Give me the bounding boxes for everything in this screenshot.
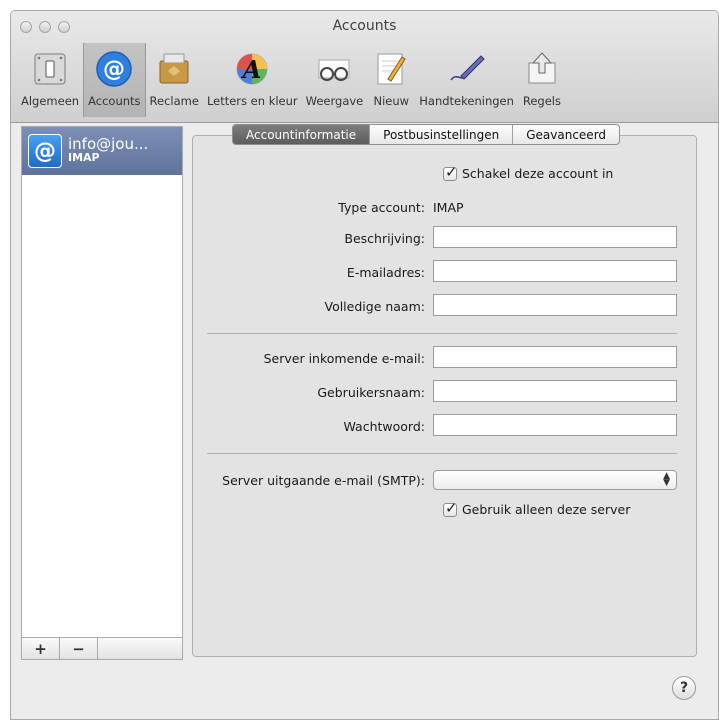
toolbar-label: Nieuw [373, 94, 410, 108]
email-label: E-mailadres: [346, 265, 425, 280]
updown-arrows-icon: ▲ ▼ [663, 471, 670, 488]
toolbar-label: Regels [522, 94, 561, 108]
pen-icon [447, 49, 487, 89]
account-row[interactable]: @ info@jou... IMAP [22, 127, 182, 175]
glasses-icon [314, 49, 354, 89]
rules-icon [522, 49, 562, 89]
toolbar-label: Reclame [149, 94, 199, 108]
toolbar-label: Weergave [305, 94, 364, 108]
incoming-server-label: Server inkomende e-mail: [263, 351, 425, 366]
type-account-label: Type account: [338, 200, 425, 215]
toolbar-item-weergave[interactable]: Weergave [302, 43, 368, 117]
enable-account-checkbox[interactable]: ✓ Schakel deze account in [443, 163, 614, 181]
incoming-server-field[interactable] [433, 346, 677, 368]
add-account-button[interactable]: + [22, 638, 60, 659]
description-field[interactable] [433, 226, 677, 248]
checkbox-box[interactable]: ✓ [443, 499, 458, 517]
description-label: Beschrijving: [344, 231, 425, 246]
checkmark-icon: ✓ [445, 162, 458, 181]
password-label: Wachtwoord: [343, 419, 425, 434]
settings-tabs: Accountinformatie Postbusinstellingen Ge… [232, 124, 621, 145]
compose-icon [371, 49, 411, 89]
svg-text:A: A [241, 55, 262, 84]
toolbar-label: Handtekeningen [419, 94, 514, 108]
email-field[interactable] [433, 260, 677, 282]
enable-account-label: Schakel deze account in [462, 166, 614, 181]
remove-account-button[interactable]: − [60, 638, 98, 659]
username-field[interactable] [433, 380, 677, 402]
divider [207, 453, 677, 454]
svg-text:@: @ [103, 57, 125, 82]
toolbar-item-reclame[interactable]: Reclame [146, 43, 203, 117]
font-color-icon: A [232, 49, 272, 89]
toolbar-item-regels[interactable]: Regels [518, 43, 566, 117]
tab-accountinformatie[interactable]: Accountinformatie [233, 125, 371, 144]
account-list-controls: + − [22, 637, 182, 659]
at-icon: @ [28, 134, 62, 168]
toolbar-item-letters-en-kleur[interactable]: A Letters en kleur [203, 43, 302, 117]
fullname-label: Volledige naam: [324, 299, 425, 314]
help-button[interactable]: ? [672, 676, 696, 700]
toolbar-label: Accounts [88, 94, 141, 108]
fullname-field[interactable] [433, 294, 677, 316]
switch-icon [30, 49, 70, 89]
tab-geavanceerd[interactable]: Geavanceerd [513, 125, 619, 144]
type-account-value: IMAP [433, 200, 464, 215]
account-type: IMAP [68, 151, 100, 164]
smtp-server-select[interactable]: ▲ ▼ [433, 470, 677, 490]
only-this-server-label: Gebruik alleen deze server [462, 502, 631, 517]
checkbox-box[interactable]: ✓ [443, 163, 458, 181]
password-field[interactable] [433, 414, 677, 436]
toolbar-item-accounts[interactable]: @ Accounts [83, 43, 146, 117]
account-name: info@jou... [68, 135, 149, 153]
trash-bin-icon [154, 49, 194, 89]
toolbar-item-handtekeningen[interactable]: Handtekeningen [415, 43, 518, 117]
toolbar-label: Letters en kleur [206, 94, 298, 108]
account-text: info@jou... IMAP [68, 137, 148, 165]
divider [207, 333, 677, 334]
account-list: @ info@jou... IMAP + − [21, 126, 183, 660]
tab-postbusinstellingen[interactable]: Postbusinstellingen [370, 125, 514, 144]
toolbar-item-nieuw[interactable]: Nieuw [367, 43, 415, 117]
only-this-server-checkbox[interactable]: ✓ Gebruik alleen deze server [443, 499, 631, 517]
titlebar: Accounts Algemeen @ Accounts Reclame A L… [11, 11, 718, 123]
preferences-toolbar: Algemeen @ Accounts Reclame A Letters en… [17, 43, 566, 117]
at-icon: @ [94, 49, 134, 89]
toolbar-item-algemeen[interactable]: Algemeen [17, 43, 83, 117]
username-label: Gebruikersnaam: [317, 385, 425, 400]
smtp-server-label: Server uitgaande e-mail (SMTP): [222, 473, 425, 488]
checkmark-icon: ✓ [445, 498, 458, 517]
window-title: Accounts [332, 18, 397, 34]
toolbar-label: Algemeen [21, 94, 80, 108]
